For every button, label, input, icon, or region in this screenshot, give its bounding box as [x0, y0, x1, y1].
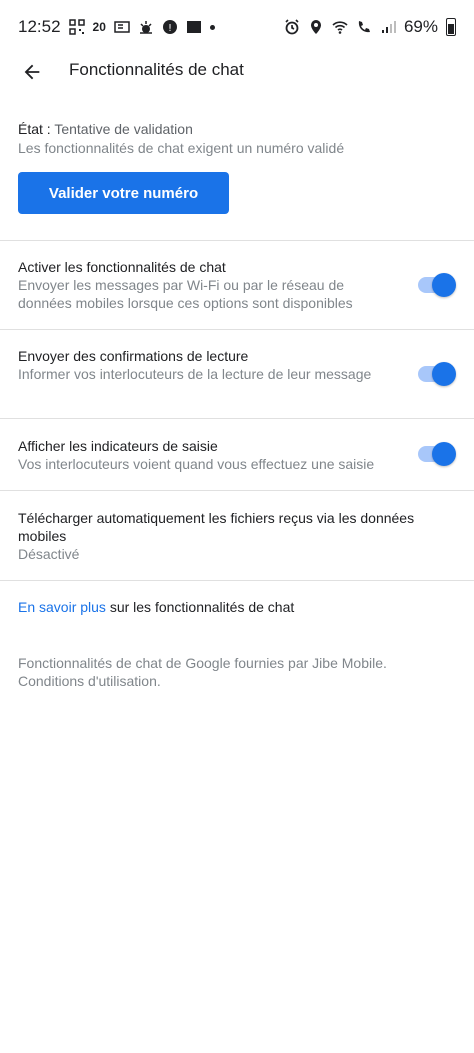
app-bar: Fonctionnalités de chat — [0, 54, 474, 88]
location-icon — [308, 19, 324, 35]
setting-title: Envoyer des confirmations de lecture — [18, 348, 249, 364]
divider — [0, 580, 474, 581]
learn-more-line: En savoir plus sur les fonctionnalités d… — [0, 599, 474, 617]
status-note: Les fonctionnalités de chat exigent un n… — [18, 140, 345, 156]
signal-strength-icon — [380, 19, 396, 35]
terms-link[interactable]: Conditions d'utilisation. — [18, 672, 456, 690]
status-time: 12:52 — [18, 17, 61, 36]
toggle-enable-chat[interactable] — [418, 273, 456, 297]
status-line: État : Tentative de validation — [18, 120, 456, 139]
toggle-read-receipts[interactable] — [418, 362, 456, 386]
setting-auto-download[interactable]: Télécharger automatiquement les fichiers… — [0, 509, 474, 563]
qr-code-icon — [68, 19, 85, 35]
wifi-icon — [332, 19, 348, 35]
divider — [0, 240, 474, 241]
setting-title: Activer les fonctionnalités de chat — [18, 259, 226, 275]
status-left: 12:52 20 ! — [18, 17, 215, 37]
divider — [0, 490, 474, 491]
arrow-left-icon — [24, 64, 40, 80]
toggle-knob — [432, 362, 456, 386]
setting-description: Vos interlocuteurs voient quand vous eff… — [18, 456, 375, 472]
setting-title: Télécharger automatiquement les fichiers… — [18, 510, 415, 544]
app-notification-icon: ! — [162, 19, 178, 35]
battery-percent: 69% — [403, 17, 438, 36]
footer-provider-text: Fonctionnalités de chat de Google fourni… — [18, 655, 387, 671]
status-bar: 12:52 20 ! 69% — [0, 0, 474, 54]
status-right: 69% — [284, 17, 456, 37]
toggle-knob — [432, 442, 456, 466]
setting-description: Envoyer les messages par Wi-Fi ou par le… — [18, 277, 353, 311]
validate-number-button[interactable]: Valider votre numéro — [18, 172, 229, 214]
more-notifications-icon — [209, 24, 215, 30]
validation-status-section: État : Tentative de validation Les fonct… — [0, 120, 474, 157]
status-value: Tentative de validation — [54, 121, 193, 137]
page-title: Fonctionnalités de chat — [69, 60, 244, 79]
setting-value: Désactivé — [18, 546, 80, 562]
tv-app-icon — [186, 19, 202, 35]
toggle-typing-indicators[interactable] — [418, 442, 456, 466]
back-button[interactable] — [18, 58, 46, 86]
date-badge-icon: 20 — [92, 20, 106, 34]
divider — [0, 329, 474, 330]
setting-typing-indicators[interactable]: Afficher les indicateurs de saisie Vos i… — [0, 437, 474, 473]
divider — [0, 418, 474, 419]
svg-text:!: ! — [168, 23, 172, 34]
setting-enable-chat[interactable]: Activer les fonctionnalités de chat Envo… — [0, 258, 474, 312]
call-signal-icon — [356, 19, 372, 35]
learn-more-text: sur les fonctionnalités de chat — [105, 599, 295, 615]
setting-description: Informer vos interlocuteurs de la lectur… — [18, 366, 372, 382]
setting-read-receipts[interactable]: Envoyer des confirmations de lecture Inf… — [0, 347, 474, 383]
battery-icon — [446, 18, 456, 36]
news-icon — [114, 19, 130, 35]
footer: Fonctionnalités de chat de Google fourni… — [0, 654, 474, 690]
weather-icon — [138, 19, 154, 35]
learn-more-link[interactable]: En savoir plus — [18, 599, 106, 615]
toggle-knob — [432, 273, 456, 297]
status-label: État : — [18, 121, 55, 137]
alarm-icon — [284, 19, 300, 35]
setting-title: Afficher les indicateurs de saisie — [18, 438, 218, 454]
